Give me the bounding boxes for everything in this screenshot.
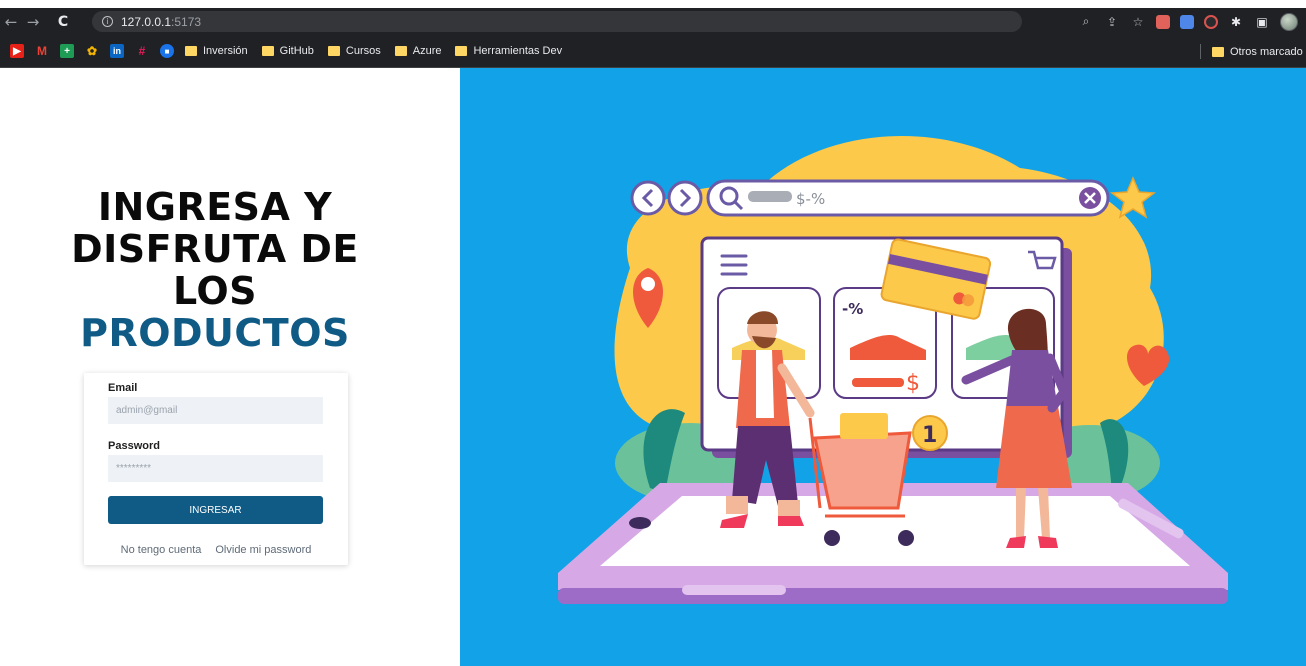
forward-circle-icon [667,180,703,216]
back-circle-icon [630,180,666,216]
discount-tag: -% [842,300,863,318]
extensions-puzzle-icon[interactable]: ✱ [1228,15,1244,29]
bookmark-folder-cursos[interactable]: Cursos [327,45,381,57]
url-host: 127.0.0.1 [121,14,172,29]
tablet-home-bar [682,585,786,595]
hero-illustration-panel: -% $ $-% 1 [460,68,1306,666]
bookmark-folder-inversion[interactable]: Inversión [185,45,248,57]
zoom-icon[interactable]: ⌕ [1078,14,1094,29]
bookmark-label: Inversión [203,45,248,57]
bookmark-folder-github[interactable]: GitHub [261,45,314,57]
slack-icon[interactable]: # [135,44,149,58]
bookmark-folder-herramientas-dev[interactable]: Herramientas Dev [455,45,562,57]
back-arrow-icon[interactable]: ← [0,8,22,35]
extension-translate-icon[interactable] [1180,14,1194,29]
login-form: Email Password INGRESAR No tengo cuenta … [84,373,348,565]
no-account-link[interactable]: No tengo cuenta [121,544,202,556]
search-text: $-% [796,190,825,208]
price-bar [852,378,904,387]
title-line-2: DISFRUTA DE [71,227,359,271]
sheets-icon[interactable]: + [60,44,74,58]
browser-toolbar: ← → C i 127.0.0.1 :5173 ⌕ ⇪ ☆ ✱ ▣ [0,8,1306,35]
extension-record-icon[interactable] [1204,14,1218,29]
auth-links: No tengo cuenta Olvide mi password [84,544,348,556]
password-label: Password [108,440,160,452]
other-bookmarks[interactable]: Otros marcado [1212,35,1303,68]
folder-icon [185,46,197,56]
side-panel-icon[interactable]: ▣ [1254,15,1270,29]
tab-strip [0,0,1306,8]
forward-arrow-icon[interactable]: → [22,8,44,35]
youtube-icon[interactable]: ▶ [10,44,24,58]
profile-avatar[interactable] [1280,12,1298,31]
page-title: INGRESA Y DISFRUTA DE LOS PRODUCTOS [56,186,374,354]
price-symbol: $ [906,371,920,396]
share-icon[interactable]: ⇪ [1104,15,1120,29]
password-field[interactable] [108,455,323,482]
email-field[interactable] [108,397,323,424]
lock-app-icon[interactable]: ■ [160,44,174,58]
folder-icon [261,46,274,56]
gmail-icon[interactable]: M [35,44,49,58]
folder-icon [394,46,407,56]
reload-icon[interactable]: C [52,8,74,35]
title-line-3: LOS [172,269,258,313]
email-label: Email [108,382,138,394]
title-accent: PRODUCTOS [80,311,350,355]
address-bar[interactable]: i 127.0.0.1 :5173 [92,11,1022,32]
extension-pdf-icon[interactable] [1156,14,1170,29]
bookmark-label: Cursos [345,45,381,57]
toolbar-actions: ⌕ ⇪ ☆ ✱ ▣ [1078,8,1298,35]
photos-icon[interactable]: ✿ [85,44,99,58]
linkedin-icon[interactable]: in [110,44,124,58]
tablet-edge [558,588,1228,604]
folder-icon [1212,46,1224,57]
folder-icon [327,46,340,56]
folder-icon [455,46,468,56]
tablet-camera [629,517,651,529]
bookmark-label: GitHub [279,45,314,57]
bookmark-star-icon[interactable]: ☆ [1130,15,1146,29]
shopping-illustration: -% $ $-% 1 [558,135,1228,604]
title-line-1: INGRESA Y [97,185,333,229]
other-bookmarks-label: Otros marcado [1230,45,1303,58]
bookmarks-bar: ▶ M + ✿ in # ■ Inversión GitHub Cursos A… [0,35,1306,68]
bookmark-label: Herramientas Dev [473,45,563,57]
site-info-icon[interactable]: i [102,16,113,27]
url-port: :5173 [171,14,202,29]
bookmarks-divider [1200,44,1201,59]
search-placeholder-bar [748,191,792,202]
page-content: INGRESA Y DISFRUTA DE LOS PRODUCTOS Emai… [0,68,1306,666]
forgot-password-link[interactable]: Olvide mi password [215,544,311,556]
login-panel: INGRESA Y DISFRUTA DE LOS PRODUCTOS Emai… [0,68,460,666]
cart-badge-count: 1 [922,423,937,448]
bookmark-folder-azure[interactable]: Azure [394,45,442,57]
login-button[interactable]: INGRESAR [108,496,323,524]
bookmark-label: Azure [412,45,442,57]
